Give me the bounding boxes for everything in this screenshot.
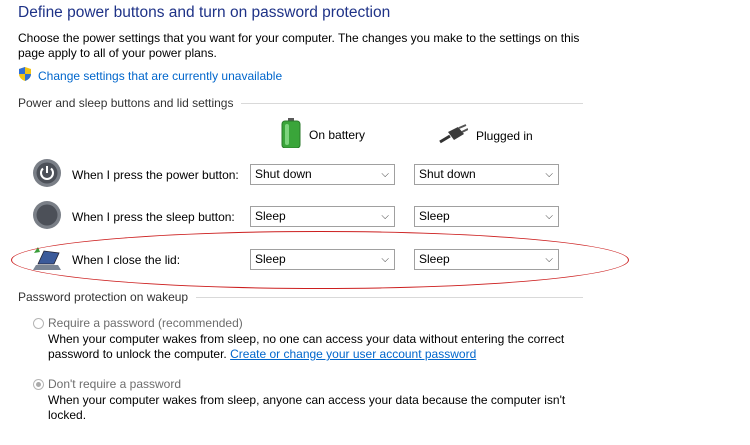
chevron-down-icon: ⌵ bbox=[381, 169, 389, 180]
dont-require-password-description: When your computer wakes from sleep, any… bbox=[48, 393, 566, 422]
sleep-button-label: When I press the sleep button: bbox=[72, 209, 235, 224]
column-header-battery: On battery bbox=[281, 118, 365, 151]
power-button-icon bbox=[32, 158, 62, 191]
buttons-section-heading: Power and sleep buttons and lid settings bbox=[18, 96, 234, 110]
buttons-section-header: Power and sleep buttons and lid settings bbox=[18, 96, 583, 110]
power-button-battery-value: Shut down bbox=[255, 167, 312, 181]
power-plug-icon bbox=[438, 124, 469, 147]
section-divider bbox=[196, 296, 583, 298]
require-password-description: When your computer wakes from sleep, no … bbox=[48, 332, 578, 362]
power-button-plugged-select[interactable]: Shut down ⌵ bbox=[414, 164, 559, 185]
column-label-plugged: Plugged in bbox=[476, 128, 533, 143]
sleep-button-row: When I press the sleep button: bbox=[32, 200, 235, 233]
sleep-button-plugged-value: Sleep bbox=[419, 209, 450, 223]
power-button-plugged-value: Shut down bbox=[419, 167, 476, 181]
require-password-radio[interactable] bbox=[33, 317, 44, 329]
sleep-button-icon bbox=[32, 200, 62, 233]
column-header-plugged: Plugged in bbox=[438, 124, 533, 147]
sleep-button-battery-value: Sleep bbox=[255, 209, 286, 223]
dont-require-password-label: Don't require a password bbox=[48, 377, 182, 391]
sleep-button-plugged-select[interactable]: Sleep ⌵ bbox=[414, 206, 559, 227]
require-password-label: Require a password (recommended) bbox=[48, 316, 243, 330]
change-settings-link[interactable]: Change settings that are currently unava… bbox=[38, 69, 282, 83]
change-settings-link-row[interactable]: Change settings that are currently unava… bbox=[17, 66, 282, 85]
page-intro: Choose the power settings that you want … bbox=[18, 31, 580, 60]
highlight-ellipse bbox=[11, 231, 629, 289]
battery-icon bbox=[281, 118, 301, 151]
create-password-link[interactable]: Create or change your user account passw… bbox=[230, 347, 476, 361]
column-label-battery: On battery bbox=[309, 127, 366, 142]
sleep-button-battery-select[interactable]: Sleep ⌵ bbox=[250, 206, 395, 227]
dont-require-password-radio[interactable] bbox=[33, 378, 44, 390]
dont-require-password-option[interactable]: Don't require a password bbox=[33, 377, 181, 391]
chevron-down-icon: ⌵ bbox=[545, 211, 553, 222]
power-button-battery-select[interactable]: Shut down ⌵ bbox=[250, 164, 395, 185]
section-divider bbox=[241, 102, 583, 104]
page-title: Define power buttons and turn on passwor… bbox=[18, 4, 391, 21]
chevron-down-icon: ⌵ bbox=[545, 169, 553, 180]
power-button-label: When I press the power button: bbox=[72, 167, 239, 182]
require-password-option[interactable]: Require a password (recommended) bbox=[33, 316, 243, 330]
password-section-heading: Password protection on wakeup bbox=[18, 290, 189, 304]
password-section-header: Password protection on wakeup bbox=[18, 290, 583, 304]
uac-shield-icon bbox=[17, 66, 33, 85]
power-button-row: When I press the power button: bbox=[32, 158, 239, 191]
chevron-down-icon: ⌵ bbox=[381, 211, 389, 222]
